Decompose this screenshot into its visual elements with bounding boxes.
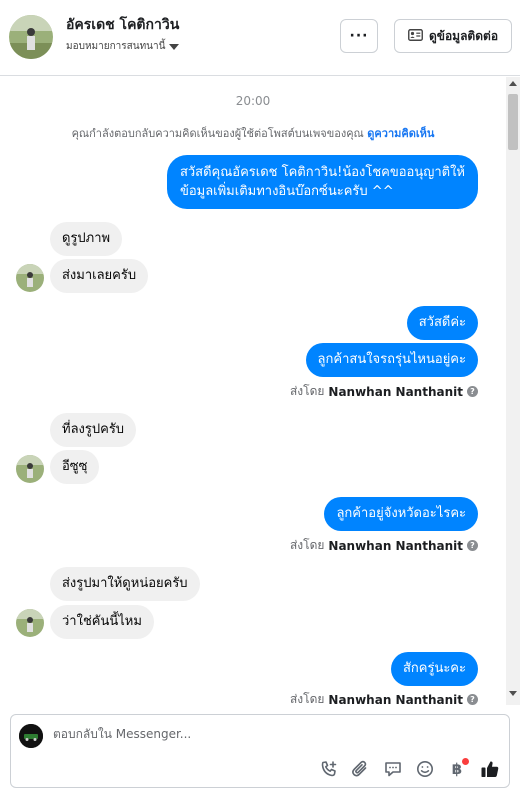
attachment-icon[interactable] — [350, 759, 370, 779]
thumbs-up-icon[interactable] — [480, 759, 500, 779]
message-composer: ฿ — [10, 714, 510, 788]
sent-by-prefix: ส่งโดย — [289, 692, 325, 705]
help-icon[interactable]: ? — [467, 540, 478, 551]
baht-symbol: ฿ — [451, 760, 463, 778]
outgoing-message[interactable]: สวัสดีคุณอัครเดช โคติกาวิน!น้องโชคขออนุญ… — [166, 155, 478, 209]
page-avatar — [19, 724, 43, 748]
message-line: สวัสดีคุณอัครเดช โคติกาวิน!น้องโชคขออนุญ… — [179, 165, 465, 180]
sent-by-label: ส่งโดย Nanwhan Nanthanit ? — [290, 690, 478, 705]
reply-context-notice: คุณกำลังตอบกลับความคิดเห็นของผู้ใช้ต่อโพ… — [0, 124, 506, 142]
sent-by-prefix: ส่งโดย — [289, 538, 325, 552]
emoji-icon[interactable] — [415, 759, 435, 779]
incoming-message[interactable]: ว่าใช่คันนี้ไหม — [50, 605, 154, 639]
help-icon[interactable]: ? — [467, 694, 478, 705]
reply-input[interactable] — [53, 727, 473, 741]
sent-by-label: ส่งโดย Nanwhan Nanthanit ? — [290, 536, 478, 555]
sender-avatar — [16, 455, 44, 483]
outgoing-message[interactable]: สวัสดีค่ะ — [406, 306, 478, 340]
conversation-header: อัครเดช โคติกาวิน มอบหมายการสนทนานี้ ···… — [0, 0, 520, 76]
incoming-message[interactable]: ส่งมาเลยครับ — [50, 259, 149, 293]
sent-by-name: Nanwhan Nanthanit — [328, 538, 463, 553]
sent-by-name: Nanwhan Nanthanit — [328, 692, 463, 706]
incoming-message[interactable]: ส่งรูปมาให้ดูหน่อยครับ — [50, 567, 200, 601]
incoming-message[interactable]: ดูรูปภาพ — [50, 222, 123, 256]
sender-avatar — [16, 264, 44, 292]
contact-name[interactable]: อัครเดช โคติกาวิน — [66, 14, 179, 36]
sent-by-name: Nanwhan Nanthanit — [328, 384, 463, 399]
notice-text: คุณกำลังตอบกลับความคิดเห็นของผู้ใช้ต่อโพ… — [71, 127, 368, 140]
message-thread[interactable]: 20:00 คุณกำลังตอบกลับความคิดเห็นของผู้ใช… — [0, 77, 506, 705]
assign-conversation-dropdown[interactable]: มอบหมายการสนทนานี้ — [66, 39, 180, 54]
outgoing-message[interactable]: ลูกค้าสนใจรถรุ่นไหนอยู่คะ — [305, 343, 478, 377]
message-line: ข้อมูลเพิ่มเติมทางอินบ๊อกซ์นะครับ ^^ — [179, 184, 394, 199]
more-options-button[interactable]: ··· — [340, 19, 378, 53]
thread-scrollbar[interactable] — [506, 77, 520, 705]
view-comment-link[interactable]: ดูความคิดเห็น — [367, 127, 434, 140]
sent-by-label: ส่งโดย Nanwhan Nanthanit ? — [290, 382, 478, 401]
outgoing-message[interactable]: ลูกค้าอยู่จังหวัดอะไรคะ — [324, 497, 478, 531]
contact-card-icon — [408, 28, 423, 44]
sender-avatar — [16, 609, 44, 637]
scroll-up-arrow-icon[interactable] — [509, 81, 517, 86]
incoming-message[interactable]: ที่ลงรูปครับ — [50, 413, 137, 447]
saved-reply-icon[interactable] — [383, 759, 403, 779]
notification-dot — [462, 758, 469, 765]
sent-by-prefix: ส่งโดย — [289, 384, 325, 398]
view-contact-info-button[interactable]: ดูข้อมูลติดต่อ — [394, 19, 512, 53]
incoming-message[interactable]: อีซูซุ — [50, 450, 100, 484]
help-icon[interactable]: ? — [467, 386, 478, 397]
outgoing-message[interactable]: สักครู่นะคะ — [390, 652, 478, 686]
call-icon[interactable] — [319, 759, 339, 779]
scrollbar-thumb[interactable] — [508, 94, 518, 150]
caret-down-icon — [169, 43, 180, 50]
contact-info-label: ดูข้อมูลติดต่อ — [428, 28, 499, 43]
scroll-down-arrow-icon[interactable] — [509, 691, 517, 696]
contact-avatar[interactable] — [9, 15, 53, 59]
assign-label: มอบหมายการสนทนานี้ — [66, 41, 166, 52]
payment-baht-icon[interactable]: ฿ — [447, 758, 469, 779]
message-timestamp: 20:00 — [235, 94, 271, 108]
